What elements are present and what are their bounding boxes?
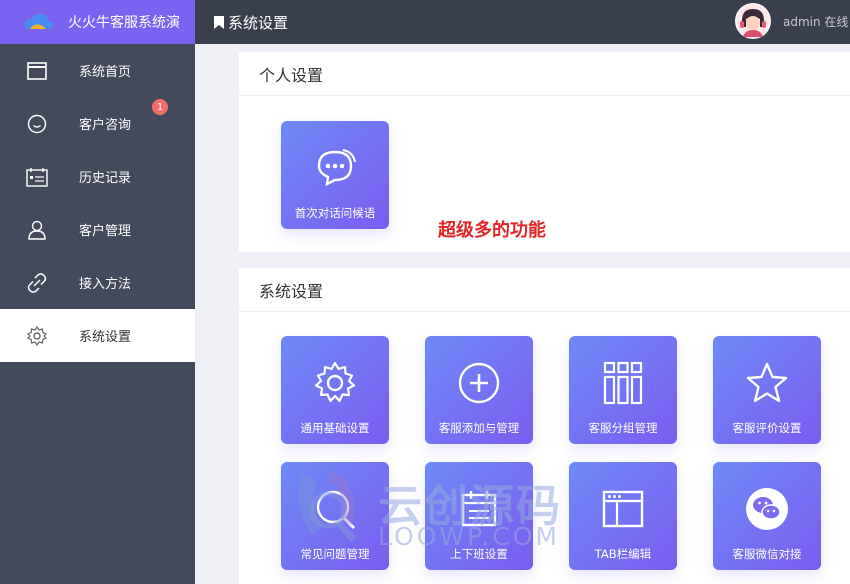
plus-circle-icon bbox=[454, 358, 504, 408]
tile-label: 客服分组管理 bbox=[588, 421, 658, 435]
sidebar-item-history[interactable]: 历史记录 bbox=[0, 150, 195, 203]
wechat-icon bbox=[742, 484, 792, 534]
sidebar-item-label: 客户咨询 bbox=[79, 118, 132, 133]
gear-icon bbox=[26, 325, 48, 347]
sidebar: 火火牛客服系统演 系统首页 客户咨询 1 历史记录 客户管理 接入方法 系统设置 bbox=[0, 0, 195, 584]
tile-label: 首次对话问候语 bbox=[294, 206, 376, 220]
sidebar-item-settings[interactable]: 系统设置 bbox=[0, 309, 195, 362]
gear-icon bbox=[310, 358, 360, 408]
tab-edit-tile[interactable]: TAB栏编辑 bbox=[569, 462, 677, 570]
star-icon bbox=[742, 358, 792, 408]
window-icon bbox=[26, 60, 48, 82]
section-title: 系统设置 bbox=[239, 268, 850, 312]
sidebar-item-label: 系统首页 bbox=[79, 65, 132, 80]
sidebar-item-integration[interactable]: 接入方法 bbox=[0, 256, 195, 309]
sidebar-item-label: 历史记录 bbox=[79, 171, 132, 186]
user-icon bbox=[26, 219, 48, 241]
tile-label: 客服添加与管理 bbox=[438, 421, 520, 435]
promo-text: 超级多的功能 bbox=[438, 220, 546, 241]
app-name: 火火牛客服系统演 bbox=[68, 15, 180, 31]
top-header: 系统设置 admin 在线 bbox=[195, 0, 850, 44]
avatar[interactable] bbox=[735, 3, 771, 39]
browser-icon bbox=[598, 484, 648, 534]
sidebar-item-label: 接入方法 bbox=[79, 277, 132, 292]
unread-badge: 1 bbox=[152, 99, 168, 115]
watermark-url: LOOWP.COM bbox=[378, 522, 560, 551]
greeting-tile[interactable]: 首次对话问候语 bbox=[281, 121, 389, 229]
section-title: 个人设置 bbox=[239, 52, 850, 96]
link-icon bbox=[26, 272, 48, 294]
agent-manage-tile[interactable]: 客服添加与管理 bbox=[425, 336, 533, 444]
bookmark-icon bbox=[214, 15, 224, 29]
page-title: 系统设置 bbox=[228, 13, 289, 32]
grid-icon bbox=[598, 358, 648, 408]
group-manage-tile[interactable]: 客服分组管理 bbox=[569, 336, 677, 444]
tile-label: 客服评价设置 bbox=[732, 421, 802, 435]
general-settings-tile[interactable]: 通用基础设置 bbox=[281, 336, 389, 444]
wechat-tile[interactable]: 客服微信对接 bbox=[713, 462, 821, 570]
sidebar-item-label: 客户管理 bbox=[79, 224, 132, 239]
rating-settings-tile[interactable]: 客服评价设置 bbox=[713, 336, 821, 444]
sidebar-item-label: 系统设置 bbox=[79, 330, 132, 345]
cloud-logo-icon bbox=[24, 13, 54, 30]
watermark-logo-icon bbox=[298, 470, 357, 543]
chat-dots-icon bbox=[310, 143, 360, 193]
tile-label: 通用基础设置 bbox=[300, 421, 370, 435]
calendar-list-icon bbox=[26, 166, 48, 188]
user-status[interactable]: admin 在线 bbox=[783, 13, 848, 30]
sidebar-item-customers[interactable]: 客户管理 bbox=[0, 203, 195, 256]
sidebar-item-consult[interactable]: 客户咨询 1 bbox=[0, 97, 195, 150]
brand[interactable]: 火火牛客服系统演 bbox=[0, 0, 195, 44]
chat-bubble-icon bbox=[26, 113, 48, 135]
tile-label: TAB栏编辑 bbox=[594, 547, 652, 561]
tile-label: 客服微信对接 bbox=[732, 547, 802, 561]
sidebar-item-home[interactable]: 系统首页 bbox=[0, 44, 195, 97]
